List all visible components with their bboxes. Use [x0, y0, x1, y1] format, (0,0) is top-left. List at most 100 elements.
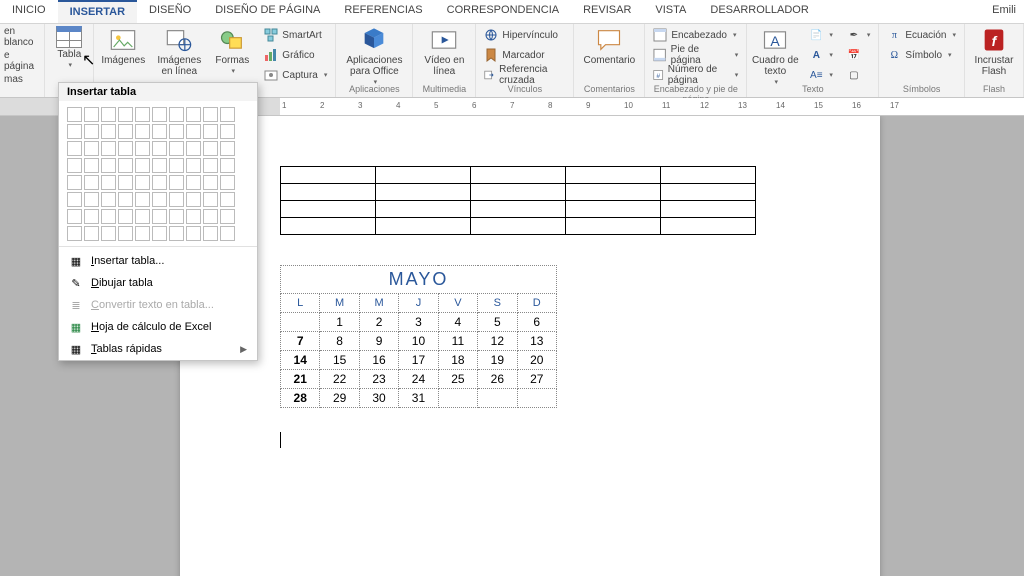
grid-cell[interactable] [101, 158, 116, 173]
grid-cell[interactable] [135, 124, 150, 139]
smartart-button[interactable]: SmartArt [260, 26, 331, 44]
grid-cell[interactable] [186, 175, 201, 190]
grid-cell[interactable] [220, 192, 235, 207]
calendar-day-cell[interactable]: 14 [281, 351, 320, 370]
grid-cell[interactable] [67, 209, 82, 224]
table-cell[interactable] [376, 184, 471, 201]
video-button[interactable]: Vídeo en línea [417, 26, 471, 77]
calendar-day-cell[interactable]: 25 [438, 370, 477, 389]
calendar-day-cell[interactable]: 4 [438, 313, 477, 332]
table-cell[interactable] [281, 184, 376, 201]
grid-cell[interactable] [169, 175, 184, 190]
table-cell[interactable] [376, 218, 471, 235]
calendar-day-cell[interactable]: 5 [478, 313, 517, 332]
calendar-day-cell[interactable]: 10 [399, 332, 438, 351]
calendar-day-cell[interactable]: 11 [438, 332, 477, 351]
grid-cell[interactable] [135, 158, 150, 173]
grid-cell[interactable] [135, 209, 150, 224]
table-cell[interactable] [661, 201, 756, 218]
grid-cell[interactable] [169, 226, 184, 241]
grid-cell[interactable] [84, 107, 99, 122]
hipervinculo-button[interactable]: Hipervínculo [480, 26, 569, 44]
table-cell[interactable] [471, 167, 566, 184]
grid-cell[interactable] [203, 192, 218, 207]
table-cell[interactable] [281, 167, 376, 184]
grid-cell[interactable] [84, 192, 99, 207]
grid-cell[interactable] [203, 209, 218, 224]
grid-cell[interactable] [169, 192, 184, 207]
table-cell[interactable] [661, 167, 756, 184]
grid-cell[interactable] [152, 107, 167, 122]
grid-cell[interactable] [118, 175, 133, 190]
quick-tables-option[interactable]: ▦ Tablas rápidas ▶ [59, 338, 257, 360]
calendar-day-cell[interactable]: 27 [517, 370, 556, 389]
grid-cell[interactable] [152, 175, 167, 190]
formas-button[interactable]: Formas [210, 26, 254, 75]
calendar-day-cell[interactable]: 22 [320, 370, 359, 389]
calendar-day-cell[interactable]: 23 [359, 370, 398, 389]
grid-cell[interactable] [220, 124, 235, 139]
grid-cell[interactable] [67, 107, 82, 122]
excel-sheet-option[interactable]: ▦ Hoja de cálculo de Excel [59, 316, 257, 338]
table-cell[interactable] [661, 218, 756, 235]
calendar-day-cell[interactable]: 7 [281, 332, 320, 351]
grid-cell[interactable] [169, 209, 184, 224]
grid-cell[interactable] [135, 141, 150, 156]
grid-cell[interactable] [169, 107, 184, 122]
calendar-day-cell[interactable]: 31 [399, 389, 438, 408]
table-cell[interactable] [471, 218, 566, 235]
grid-cell[interactable] [135, 226, 150, 241]
grid-cell[interactable] [152, 158, 167, 173]
grid-cell[interactable] [186, 141, 201, 156]
calendar-day-cell[interactable]: 1 [320, 313, 359, 332]
grid-cell[interactable] [67, 175, 82, 190]
calendar-day-cell[interactable]: 15 [320, 351, 359, 370]
grid-cell[interactable] [186, 209, 201, 224]
grid-cell[interactable] [84, 124, 99, 139]
grid-cell[interactable] [101, 209, 116, 224]
grid-cell[interactable] [67, 192, 82, 207]
insert-table-option[interactable]: ▦ Insertar tabla... [59, 250, 257, 272]
blank-table[interactable] [280, 166, 756, 235]
calendar-day-cell[interactable]: 29 [320, 389, 359, 408]
tab-desarrollador[interactable]: DESARROLLADOR [698, 0, 820, 23]
wordart-button[interactable]: A [805, 46, 837, 64]
grid-cell[interactable] [101, 107, 116, 122]
table-cell[interactable] [376, 201, 471, 218]
calendar-day-cell[interactable]: 8 [320, 332, 359, 351]
grid-cell[interactable] [220, 175, 235, 190]
grid-cell[interactable] [118, 107, 133, 122]
tab-revisar[interactable]: REVISAR [571, 0, 643, 23]
grid-cell[interactable] [101, 141, 116, 156]
calendar-day-cell[interactable]: 3 [399, 313, 438, 332]
grid-cell[interactable] [67, 124, 82, 139]
datetime-button[interactable]: 📅 [843, 46, 875, 64]
table-cell[interactable] [471, 184, 566, 201]
calendar-day-cell[interactable]: 30 [359, 389, 398, 408]
pie-pagina-button[interactable]: Pie de página [649, 46, 742, 64]
object-button[interactable]: ▢ [843, 66, 875, 84]
calendar-day-cell[interactable] [438, 389, 477, 408]
calendar-day-cell[interactable]: 19 [478, 351, 517, 370]
grid-cell[interactable] [152, 192, 167, 207]
grid-cell[interactable] [220, 158, 235, 173]
tab-insertar[interactable]: INSERTAR [58, 0, 137, 23]
table-cell[interactable] [566, 201, 661, 218]
tabla-button[interactable]: Tabla [49, 26, 89, 69]
tab-correspondencia[interactable]: CORRESPONDENCIA [435, 0, 571, 23]
grid-cell[interactable] [101, 175, 116, 190]
calendar-day-cell[interactable]: 20 [517, 351, 556, 370]
grid-cell[interactable] [220, 226, 235, 241]
grid-cell[interactable] [203, 141, 218, 156]
grid-cell[interactable] [67, 226, 82, 241]
grid-cell[interactable] [203, 158, 218, 173]
grid-cell[interactable] [220, 107, 235, 122]
table-cell[interactable] [566, 167, 661, 184]
grid-cell[interactable] [67, 141, 82, 156]
tab-inicio[interactable]: INICIO [0, 0, 58, 23]
table-cell[interactable] [661, 184, 756, 201]
calendar-day-cell[interactable] [478, 389, 517, 408]
grid-cell[interactable] [135, 107, 150, 122]
grid-cell[interactable] [203, 175, 218, 190]
cuadro-texto-button[interactable]: A Cuadro de texto [751, 26, 799, 86]
